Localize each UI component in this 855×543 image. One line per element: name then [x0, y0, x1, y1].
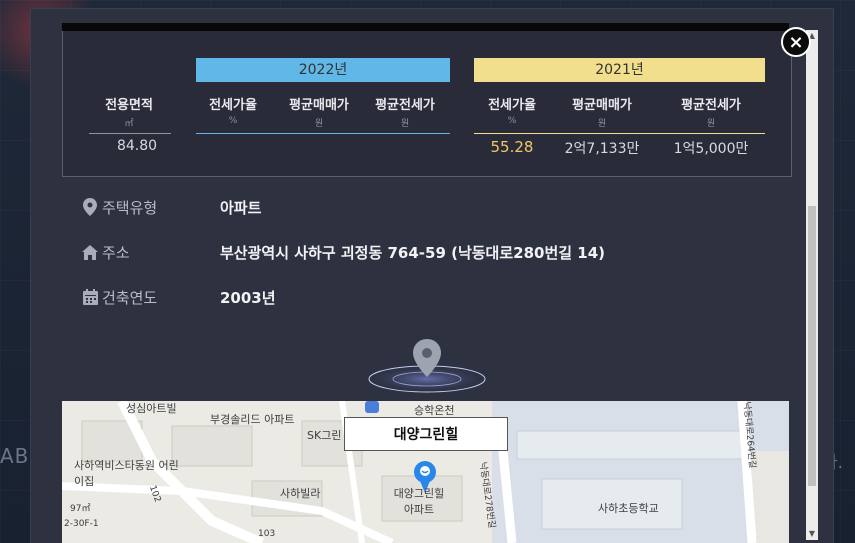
col-2022-avg-jeonse: 평균전세가 원	[355, 94, 455, 129]
col-2021-jeonse-rate: 전세가율 %	[462, 94, 562, 126]
map-pin-decoration-icon	[362, 327, 492, 397]
col-2022-jeonse-rate: 전세가율 %	[183, 94, 283, 126]
area-divider	[89, 133, 171, 134]
info-row-build-year: 건축연도 2003년	[82, 285, 276, 309]
info-label: 건축연도	[102, 288, 158, 307]
col-label: 전세가율	[209, 98, 257, 113]
col-label: 평균전세가	[681, 98, 741, 113]
col-label: 평균전세가	[375, 98, 435, 113]
col-unit: 원	[706, 119, 716, 129]
area-header-label: 전용면적	[105, 98, 153, 113]
property-detail-modal: 전용면적 ㎡ 84.80 2022년 전세가율 % 평균매매가 원 평균전세가 …	[31, 9, 833, 543]
info-row-address: 주소 부산광역시 사하구 괴정동 764-59 (낙동대로280번길 14)	[82, 240, 605, 264]
col-label: 전세가율	[488, 98, 536, 113]
col-unit: %	[507, 116, 517, 126]
col-2021-avg-sale: 평균매매가 원	[552, 94, 652, 129]
info-value: 부산광역시 사하구 괴정동 764-59 (낙동대로280번길 14)	[220, 243, 606, 262]
col-unit: 원	[597, 119, 607, 129]
map-label: 103	[258, 529, 276, 539]
map-label: 2-30F-1	[64, 519, 99, 529]
map-label: 승학온천	[414, 404, 455, 417]
year-2022-divider	[196, 133, 450, 134]
area-value: 84.80	[116, 138, 158, 154]
col-unit: 원	[400, 119, 410, 129]
location-pin-icon	[82, 198, 98, 216]
map-label: 대양그린힐 아파트	[393, 487, 445, 516]
info-row-housing-type: 주택유형 아파트	[82, 195, 261, 219]
col-unit: 원	[314, 119, 324, 129]
price-stats-card: 전용면적 ㎡ 84.80 2022년 전세가율 % 평균매매가 원 평균전세가 …	[62, 31, 792, 177]
area-header: 전용면적 ㎡	[79, 94, 179, 129]
col-unit: %	[228, 116, 238, 126]
info-value: 아파트	[220, 198, 262, 217]
val-2021-jeonse-rate: 55.28	[490, 138, 534, 156]
area-header-unit: ㎡	[124, 119, 134, 129]
col-2021-avg-jeonse: 평균전세가 원	[661, 94, 761, 129]
map-label: 97㎡	[70, 504, 91, 514]
calendar-icon	[82, 288, 98, 306]
map-label: 성심아트빌	[126, 402, 177, 415]
year-2021-label: 2021년	[474, 58, 765, 82]
col-label: 평균매매가	[289, 98, 349, 113]
info-value: 2003년	[220, 288, 276, 307]
modal-scrollbar[interactable]: ▲ ▼	[806, 30, 818, 540]
year-2022-label: 2022년	[196, 58, 450, 82]
val-2021-avg-sale: 2억7,133만	[564, 141, 640, 157]
map-label: 사하역비스타동원 어린이집	[74, 459, 179, 488]
map-label: 부경솔리드 아파트	[210, 413, 295, 426]
house-icon	[82, 243, 98, 261]
location-map[interactable]: 성심아트빌 부경솔리드 아파트 SK그린 오피스텔 승학온천 사하역비스타동원 …	[62, 401, 789, 543]
modal-content: 전용면적 ㎡ 84.80 2022년 전세가율 % 평균매매가 원 평균전세가 …	[62, 9, 802, 543]
map-label: 사하빌라	[280, 487, 321, 500]
col-2022-avg-sale: 평균매매가 원	[269, 94, 369, 129]
map-label: 사하초등학교	[598, 502, 659, 515]
close-button[interactable]: ×	[781, 27, 811, 57]
map-marker-callout[interactable]: 대양그린힐	[344, 417, 508, 451]
val-2021-avg-jeonse: 1억5,000만	[673, 141, 749, 157]
modal-top-bar	[62, 23, 789, 31]
col-label: 평균매매가	[572, 98, 632, 113]
year-2021-divider	[474, 133, 765, 134]
scroll-down-arrow-icon[interactable]: ▼	[806, 528, 818, 540]
info-label: 주소	[102, 243, 130, 262]
scroll-thumb[interactable]	[808, 206, 816, 486]
info-label: 주택유형	[102, 198, 158, 217]
